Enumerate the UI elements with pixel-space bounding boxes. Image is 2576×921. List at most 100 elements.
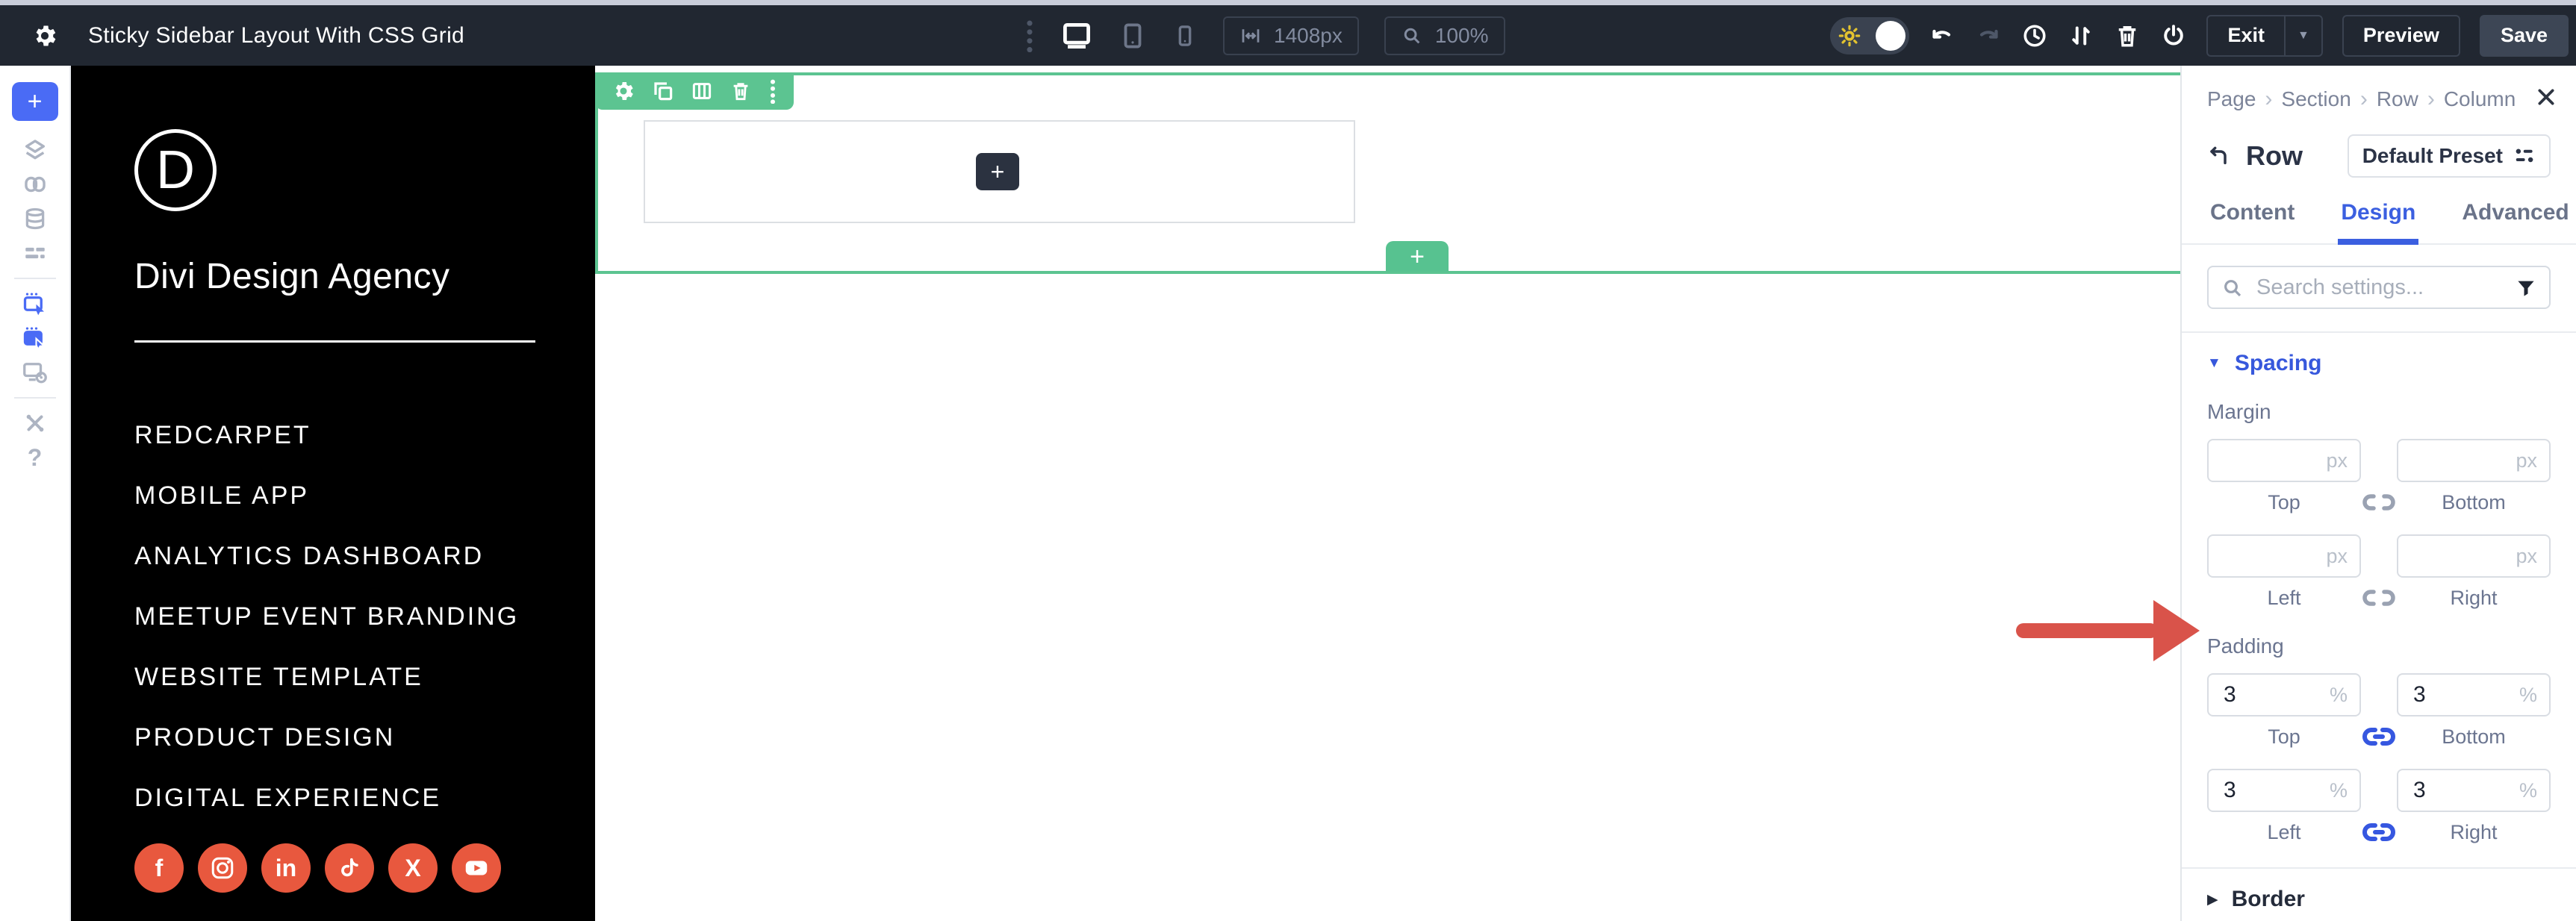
menu-item-website-template[interactable]: WEBSITE TEMPLATE	[134, 647, 519, 708]
builder-left-toolbar: + ?	[0, 66, 71, 921]
spacing-section-label: Spacing	[2234, 351, 2322, 375]
facebook-icon[interactable]: f	[134, 843, 184, 893]
sun-icon	[1838, 24, 1861, 48]
viewport-width-field[interactable]: 1408px	[1223, 16, 1359, 55]
page-layouts-icon[interactable]	[22, 167, 48, 202]
linkedin-icon[interactable]: in	[261, 843, 311, 893]
zoom-field[interactable]: 100%	[1384, 16, 1505, 55]
add-row-button[interactable]: +	[1386, 241, 1449, 272]
divi-builder: Sticky Sidebar Layout With CSS Grid 1408…	[0, 0, 2576, 921]
padding-top-bottom-labels: Top Bottom	[2207, 724, 2551, 749]
responsive-preview-icon[interactable]	[22, 355, 49, 390]
trash-icon[interactable]	[2114, 22, 2141, 49]
redo-icon[interactable]	[1975, 22, 2002, 49]
instagram-icon[interactable]	[198, 843, 247, 893]
padding-unit: %	[2519, 684, 2537, 706]
undo-icon[interactable]	[1929, 22, 1956, 49]
site-logo[interactable]: D	[134, 129, 217, 211]
tab-content[interactable]: Content	[2207, 200, 2297, 245]
site-sidebar: D Divi Design Agency REDCARPET MOBILE AP…	[71, 66, 595, 921]
margin-bottom-label: Bottom	[2442, 490, 2506, 513]
click-mode-active-icon[interactable]	[22, 321, 49, 355]
search-settings-input[interactable]	[2207, 266, 2551, 309]
margin-left-label: Left	[2267, 586, 2301, 609]
close-panel-icon[interactable]	[2534, 85, 2558, 111]
exit-caret-icon[interactable]: ▼	[2286, 29, 2321, 43]
builder-topbar: Sticky Sidebar Layout With CSS Grid 1408…	[0, 5, 2576, 66]
tiktok-icon[interactable]	[325, 843, 374, 893]
margin-unlink-icon[interactable]	[2361, 490, 2397, 515]
dynamic-content-database-icon[interactable]	[22, 202, 48, 236]
add-element-button[interactable]: +	[11, 82, 58, 121]
page-settings-gear-icon[interactable]	[31, 22, 58, 49]
menu-item-product-design[interactable]: PRODUCT DESIGN	[134, 708, 519, 768]
light-dark-toggle[interactable]	[1830, 16, 1910, 54]
padding-left-label: Left	[2267, 820, 2301, 843]
tab-advanced[interactable]: Advanced	[2459, 200, 2572, 245]
spacing-expanded-caret-icon: ▼	[2207, 355, 2221, 371]
margin-unlink-icon[interactable]	[2361, 585, 2397, 611]
border-section-header[interactable]: ▶ Border	[2207, 887, 2551, 912]
viewport-width-value: 1408px	[1274, 23, 1343, 47]
breadcrumb-row[interactable]: Row	[2377, 87, 2418, 111]
padding-left-right-labels: Left Right	[2207, 819, 2551, 845]
breadcrumb-page[interactable]: Page	[2207, 87, 2256, 111]
menu-item-analytics-dashboard[interactable]: ANALYTICS DASHBOARD	[134, 526, 519, 587]
row-drag-dots-icon[interactable]	[768, 78, 777, 104]
breadcrumb-section[interactable]: Section	[2281, 87, 2351, 111]
row-settings-gear-icon[interactable]	[612, 79, 635, 103]
layers-view-icon[interactable]	[22, 133, 48, 167]
breadcrumb-separator: ›	[2427, 87, 2435, 111]
padding-top-field: %	[2207, 673, 2361, 716]
padding-link-icon[interactable]	[2361, 724, 2397, 749]
breadcrumb-column[interactable]: Column	[2444, 87, 2516, 111]
padding-left-field: %	[2207, 769, 2361, 812]
phone-view-icon[interactable]	[1172, 23, 1198, 49]
builder-tools-icon[interactable]	[22, 406, 48, 440]
preview-button[interactable]: Preview	[2342, 14, 2460, 57]
wireframe-view-icon[interactable]	[22, 236, 48, 270]
desktop-view-icon[interactable]	[1060, 19, 1093, 52]
row-delete-icon[interactable]	[729, 80, 752, 102]
border-collapsed-caret-icon: ▶	[2207, 891, 2218, 908]
preset-icon	[2513, 145, 2536, 167]
margin-left-right-row: px px	[2207, 534, 2551, 578]
help-icon[interactable]: ?	[28, 440, 43, 475]
portability-power-icon[interactable]	[2160, 22, 2187, 49]
exit-button[interactable]: Exit ▼	[2206, 14, 2323, 57]
menu-item-meetup-event-branding[interactable]: MEETUP EVENT BRANDING	[134, 587, 519, 647]
spacing-section-header[interactable]: ▼ Spacing	[2207, 351, 2551, 376]
click-mode-outline-icon[interactable]	[22, 287, 49, 321]
brand-divider	[134, 340, 535, 343]
back-arrow-icon[interactable]	[2207, 144, 2231, 168]
margin-top-label: Top	[2268, 490, 2300, 513]
add-module-button[interactable]: +	[976, 153, 1019, 190]
tablet-view-icon[interactable]	[1119, 22, 1147, 50]
preview-label: Preview	[2362, 24, 2439, 46]
tab-design[interactable]: Design	[2338, 200, 2419, 245]
page-title: Sticky Sidebar Layout With CSS Grid	[88, 22, 465, 48]
default-preset-button[interactable]: Default Preset	[2347, 134, 2551, 178]
row-duplicate-icon[interactable]	[652, 80, 674, 102]
width-arrows-icon	[1239, 25, 1262, 47]
youtube-icon[interactable]	[452, 843, 501, 893]
sort-arrows-icon[interactable]	[2068, 22, 2094, 49]
menu-item-redcarpet[interactable]: REDCARPET	[134, 405, 519, 466]
margin-unit: px	[2326, 449, 2348, 472]
save-button[interactable]: Save	[2479, 14, 2569, 57]
border-section-label: Border	[2231, 887, 2305, 911]
menu-item-mobile-app[interactable]: MOBILE APP	[134, 466, 519, 526]
row-columns-icon[interactable]	[691, 80, 713, 102]
menu-item-digital-experience[interactable]: DIGITAL EXPERIENCE	[134, 768, 519, 828]
history-clock-icon[interactable]	[2021, 22, 2048, 49]
red-annotation-arrow	[2015, 597, 2203, 668]
x-twitter-icon[interactable]: X	[388, 843, 438, 893]
zoom-value: 100%	[1434, 23, 1489, 47]
margin-top-field: px	[2207, 439, 2361, 482]
x-glyph: X	[405, 854, 421, 881]
drag-handle-icon[interactable]	[1024, 19, 1035, 52]
padding-link-icon[interactable]	[2361, 819, 2397, 845]
filter-funnel-icon[interactable]	[2515, 277, 2537, 302]
browser-top-strip	[0, 0, 2576, 5]
margin-top-bottom-row: px px	[2207, 439, 2551, 482]
